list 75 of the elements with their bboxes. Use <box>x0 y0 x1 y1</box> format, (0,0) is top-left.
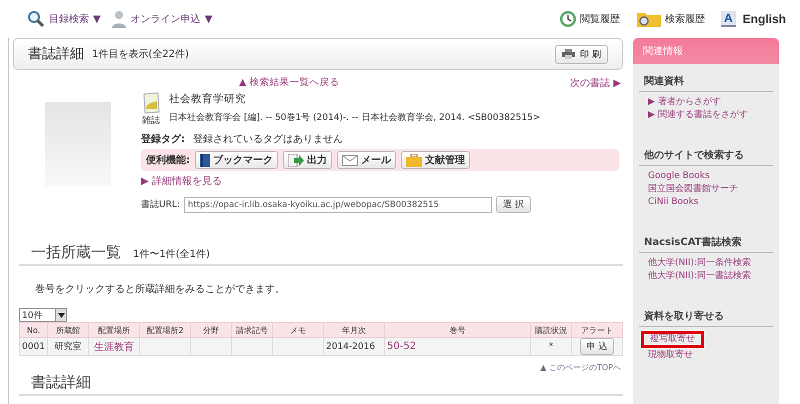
briefcase-icon <box>406 154 422 166</box>
sidebar-section-title: 他のサイトで検索する <box>639 142 773 166</box>
sidebar-link[interactable]: 国立国会図書館サーチ <box>641 183 745 196</box>
tool-button[interactable]: ブックマーク <box>195 151 278 169</box>
column-header: 購読状況 <box>530 322 572 338</box>
sidebar-link[interactable]: 現物取寄せ <box>641 349 700 362</box>
caret-icon: ▼ <box>204 14 212 24</box>
language-icon: A <box>720 11 736 27</box>
url-label: 書誌URL: <box>141 198 180 211</box>
holdings-count: 1件〜1件(全1件) <box>133 248 210 261</box>
caret-icon: ▼ <box>93 14 101 24</box>
sidebar-section-title: 関連資料 <box>639 68 773 92</box>
nav-link[interactable]: 閲覧履歴 <box>558 10 620 28</box>
column-header: 分野 <box>190 322 232 338</box>
section-title: 書誌詳細 <box>31 373 91 392</box>
select-button[interactable]: 選 択 <box>496 196 531 213</box>
column-header: メモ <box>272 322 324 338</box>
sidebar-link[interactable]: CiNii Books <box>641 196 706 209</box>
table-cell: 研究室 <box>54 342 82 352</box>
column-header: 配置場所2 <box>140 322 190 338</box>
printer-icon <box>562 49 576 59</box>
section-title: 一括所蔵一覧 <box>31 243 121 262</box>
column-header: 配置場所 <box>88 322 140 338</box>
magazine-icon <box>141 92 161 114</box>
tool-button[interactable]: メール <box>337 151 396 169</box>
dropdown-arrow-icon <box>58 312 64 318</box>
sidebar-section-title: 資料を取り寄せる <box>639 303 773 327</box>
clock-icon <box>558 10 577 28</box>
record-title: 社会教育学研究 <box>169 92 247 106</box>
tool-button[interactable]: 文献管理 <box>401 151 470 169</box>
book-icon <box>200 154 210 166</box>
tool-button[interactable]: 出力 <box>283 151 332 169</box>
column-header: アラート <box>572 322 622 338</box>
column-header: No. <box>20 322 48 338</box>
mail-icon <box>342 154 358 166</box>
record-description: 日本社会教育学会 [編]. -- 50巻1号 (2014)-. -- 日本社会教育学会, 2014. <SB00382515> <box>169 111 540 124</box>
folder-icon <box>636 10 662 28</box>
column-header: 所蔵館 <box>48 322 88 338</box>
sidebar-link[interactable]: 他大学(NII):同一書誌検索 <box>641 270 758 283</box>
tags-value: 登録されているタグはありません <box>193 133 343 146</box>
sidebar-section-title: NacsisCAT書誌検索 <box>639 229 773 253</box>
sidebar-link[interactable]: ▶ 著者からさがす <box>641 96 728 109</box>
tools-label: 便利機能: <box>146 154 190 167</box>
page-title: 書誌詳細 <box>28 45 84 63</box>
export-arrow-icon <box>288 154 304 166</box>
sidebar-link[interactable]: ▶ 関連する書誌をさがす <box>641 109 755 122</box>
nav-link[interactable]: 検索履歴 <box>636 10 705 28</box>
detail-info-link[interactable]: ▶ 詳細情報を見る <box>141 174 623 188</box>
search-icon <box>27 10 45 28</box>
print-button[interactable]: 印 刷 <box>555 44 608 64</box>
apply-button[interactable]: 申 込 <box>580 338 614 355</box>
sidebar-link[interactable]: 複写取寄せ <box>641 331 704 348</box>
column-header: 請求記号 <box>232 322 272 338</box>
table-cell: 2014-2016 <box>326 342 376 352</box>
result-count: 1件目を表示(全22件) <box>92 48 189 61</box>
tags-label: 登録タグ: <box>141 132 185 146</box>
page-top-link[interactable]: ▲ このページのTOPへ <box>540 362 621 373</box>
nav-menu[interactable]: オンライン申込 ▼ <box>110 10 212 28</box>
column-header: 巻号 <box>384 322 530 338</box>
sidebar-header: 関連情報 <box>633 38 779 64</box>
type-label: 雑誌 <box>142 114 160 127</box>
table-link[interactable]: 50-52 <box>387 341 416 352</box>
sidebar-link[interactable]: Google Books <box>641 170 717 183</box>
table-cell: * <box>548 342 554 352</box>
url-field[interactable]: https://opac-ir.lib.osaka-kyoiku.ac.jp/webopac/SB00382515 <box>184 196 492 212</box>
person-icon <box>110 10 127 28</box>
sidebar-link[interactable]: 他大学(NII):同一条件検索 <box>641 257 758 270</box>
nav-link[interactable]: A English <box>720 11 786 27</box>
nav-menu[interactable]: 目録検索 ▼ <box>27 10 101 28</box>
page-size-select[interactable]: 10件 <box>19 308 67 322</box>
table-cell: 0001 <box>22 342 45 352</box>
next-record-link[interactable]: 次の書誌 ▶ <box>570 76 621 90</box>
column-header: 年月次 <box>324 322 384 338</box>
back-to-results-link[interactable]: ▲ 検索結果一覧へ戻る <box>239 76 340 90</box>
instruction-text: 巻号をクリックすると所蔵詳細をみることができます。 <box>35 282 286 296</box>
